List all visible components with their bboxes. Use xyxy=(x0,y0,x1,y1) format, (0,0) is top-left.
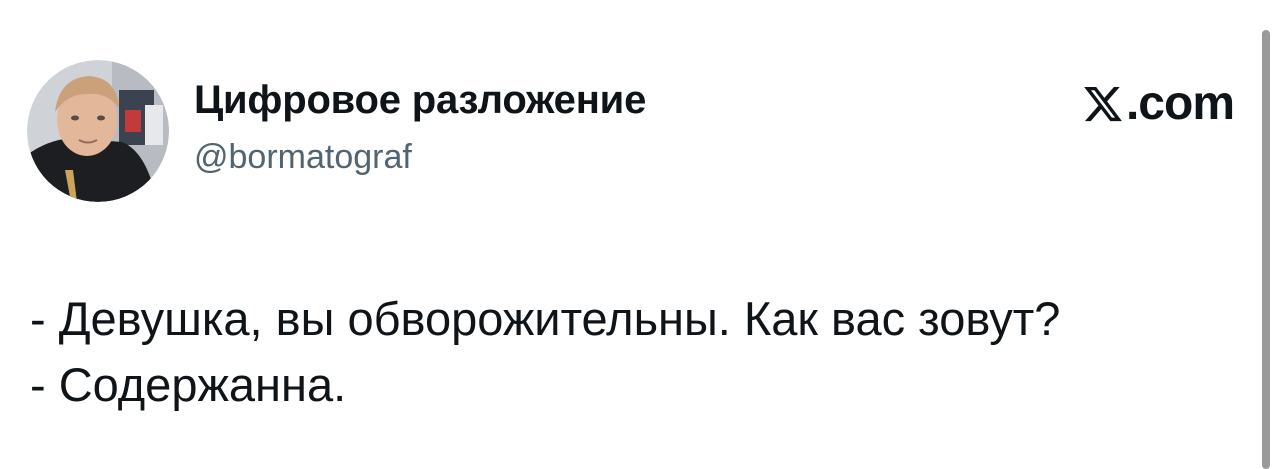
tweet-line: - Девушка, вы обворожительны. Как вас зо… xyxy=(30,292,1061,345)
scrollbar[interactable] xyxy=(1262,30,1270,469)
x-com-brand: .com xyxy=(1082,77,1235,130)
author-handle[interactable]: @bormatograf xyxy=(194,138,412,177)
tweet-card: Цифровое разложение @bormatograf .com - … xyxy=(0,0,1284,469)
tweet-line: - Содержанна. xyxy=(30,358,347,411)
brand-domain-text: .com xyxy=(1125,77,1235,130)
tweet-text: - Девушка, вы обворожительны. Как вас зо… xyxy=(30,286,1260,418)
avatar-photo-icon xyxy=(27,60,169,202)
author-avatar[interactable] xyxy=(27,60,169,202)
x-logo-icon xyxy=(1084,86,1122,122)
author-display-name[interactable]: Цифровое разложение xyxy=(194,78,646,123)
